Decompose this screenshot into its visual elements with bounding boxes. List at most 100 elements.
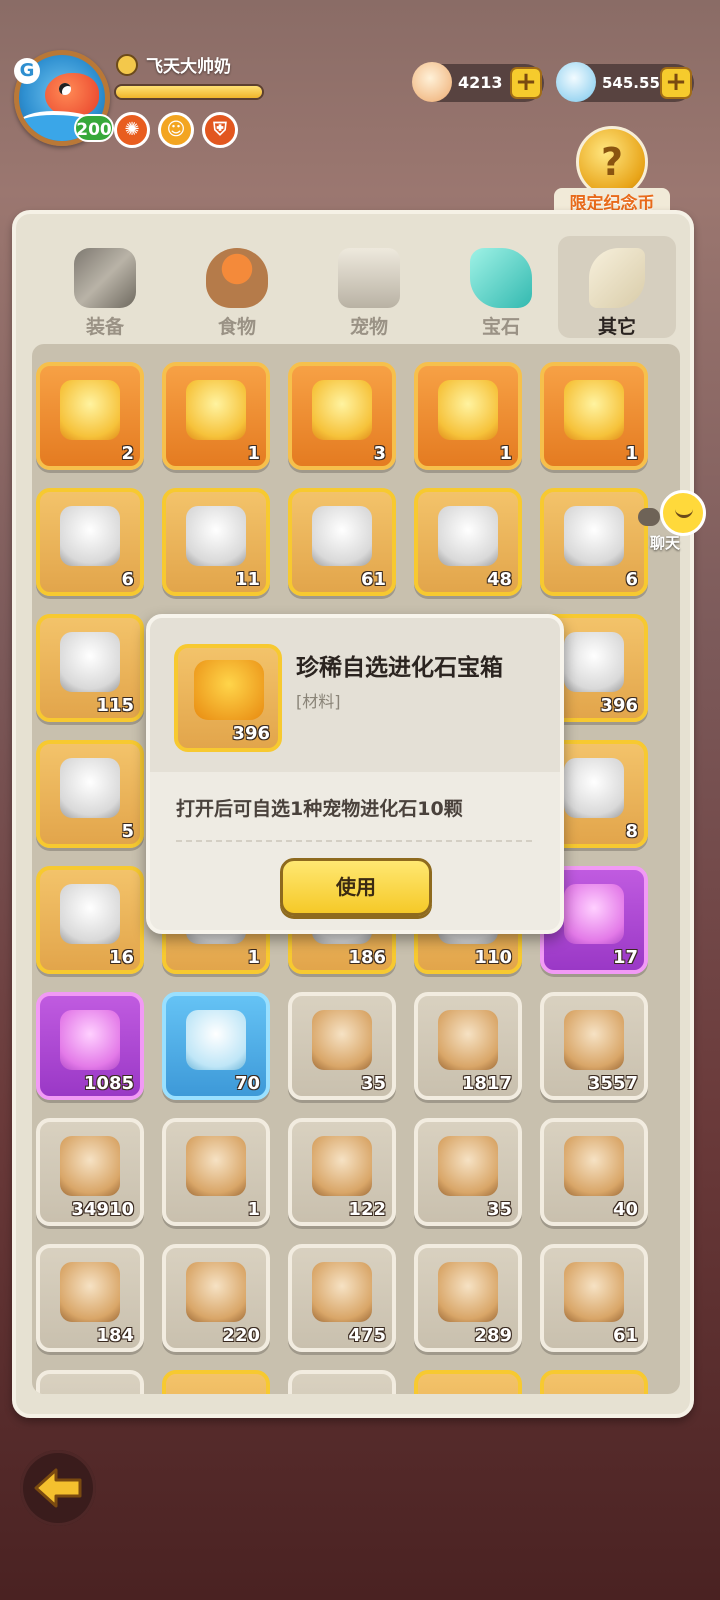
item-count: 1817 [461,1073,512,1094]
popup-item-description: 打开后可自选1种宠物进化石10颗 [176,798,463,820]
meat-icon [312,1010,372,1070]
inventory-item-partial[interactable] [36,1370,144,1394]
item-count: 8 [625,821,638,842]
inventory-item[interactable]: 115 [36,614,144,722]
item-count: 35 [360,1073,386,1094]
inventory-item[interactable]: 34910 [36,1118,144,1226]
treasure-chest-icon [60,506,120,566]
chat-label: 聊天 [650,534,681,552]
popup-divider [176,840,532,842]
tab-pet[interactable]: 宠物 [310,236,428,338]
back-button[interactable] [20,1450,96,1526]
tab-equipment[interactable]: 装备 [46,236,164,338]
inventory-item[interactable]: 6 [36,488,144,596]
inventory-item[interactable]: 16 [36,866,144,974]
water-bottle-icon [186,1010,246,1070]
inventory-item[interactable]: 35 [414,1118,522,1226]
item-detail-popup: 396 珍稀自选进化石宝箱 [材料] 打开后可自选1种宠物进化石10颗 使用 [146,614,564,934]
blue-ticket-icon [60,884,120,944]
inventory-item[interactable]: 1 [162,1118,270,1226]
item-count: 289 [474,1325,512,1346]
inventory-item[interactable]: 1817 [414,992,522,1100]
popup-item-icon: 396 [174,644,282,752]
pet-crystal-icon [186,380,246,440]
inventory-item[interactable]: 1 [540,362,648,470]
dino-skull-icon [338,248,400,308]
evolution-chest-icon [194,660,264,720]
inventory-item[interactable]: 6 [540,488,648,596]
tab-equipment-label: 装备 [85,316,124,338]
inventory-item[interactable]: 61 [540,1244,648,1352]
inventory-item[interactable]: 48 [414,488,522,596]
item-count: 1 [247,947,260,968]
inventory-item-partial[interactable] [288,1370,396,1394]
pet-crystal-icon [312,380,372,440]
item-count: 2 [121,443,134,464]
inventory-item[interactable]: 35 [288,992,396,1100]
inventory-item[interactable]: 122 [288,1118,396,1226]
inventory-item[interactable]: 2 [36,362,144,470]
shell-coin-icon [564,1262,624,1322]
item-count: 17 [612,947,638,968]
item-count: 61 [612,1325,638,1346]
food-bowl-icon [206,248,268,308]
item-count: 48 [486,569,512,590]
smile-face-icon [660,490,706,536]
evolution-chest-icon [564,632,624,692]
inventory-item[interactable]: 1 [414,362,522,470]
use-button[interactable]: 使用 [280,858,432,916]
map-scroll-icon [564,758,624,818]
inventory-item[interactable]: 289 [414,1244,522,1352]
inventory-item[interactable]: 1085 [36,992,144,1100]
item-count: 1 [625,443,638,464]
popup-header: 396 珍稀自选进化石宝箱 [材料] [150,618,560,772]
brown-ticket-icon [438,1262,498,1322]
scroll-horn-icon [186,506,246,566]
inventory-item[interactable]: 1 [162,362,270,470]
inventory-item[interactable]: 3557 [540,992,648,1100]
tab-food-label: 食物 [217,316,256,338]
item-count: 184 [96,1325,134,1346]
add-diamond-button[interactable]: + [660,67,692,99]
pet-crystal-icon [438,380,498,440]
inventory-item[interactable]: 220 [162,1244,270,1352]
item-count: 122 [348,1199,386,1220]
add-shell-button[interactable]: + [510,67,542,99]
inventory-item[interactable]: 5 [36,740,144,848]
shield-medal-icon[interactable]: ⛨ [202,112,238,148]
shell-amount: 4213 [458,73,503,92]
item-count: 70 [234,1073,260,1094]
item-count: 110 [474,947,512,968]
chat-button[interactable]: 聊天 [638,490,716,556]
tab-gem[interactable]: 宝石 [442,236,560,338]
hammer-icon [74,248,136,308]
tab-food[interactable]: 食物 [178,236,296,338]
inventory-item-partial[interactable] [162,1370,270,1394]
item-count: 6 [625,569,638,590]
inventory-item-partial[interactable] [540,1370,648,1394]
item-count: 1085 [83,1073,134,1094]
item-count: 3 [373,443,386,464]
currency-shell: 4213 + [412,62,544,102]
inventory-item[interactable]: 475 [288,1244,396,1352]
inventory-item[interactable]: 11 [162,488,270,596]
inventory-item-partial[interactable] [414,1370,522,1394]
inventory-item[interactable]: 61 [288,488,396,596]
inventory-item[interactable]: 3 [288,362,396,470]
fire-medal-icon[interactable]: ✺ [114,112,150,148]
moon-icon [438,1010,498,1070]
orange-scroll-icon [438,1136,498,1196]
inventory-item[interactable]: 70 [162,992,270,1100]
inventory-item[interactable]: 40 [540,1118,648,1226]
rainbow-gem-icon [60,1136,120,1196]
pet-crystal-icon [60,380,120,440]
tab-gem-label: 宝石 [481,316,520,338]
magnifier-icon [60,758,120,818]
inventory-item[interactable]: 184 [36,1244,144,1352]
back-arrow-icon [34,1468,82,1508]
face-medal-icon[interactable]: ☺ [158,112,194,148]
player-level-badge: 200 [74,114,114,142]
item-count: 61 [360,569,386,590]
player-title-icon [116,54,138,76]
tab-other[interactable]: 其它 [558,236,676,338]
